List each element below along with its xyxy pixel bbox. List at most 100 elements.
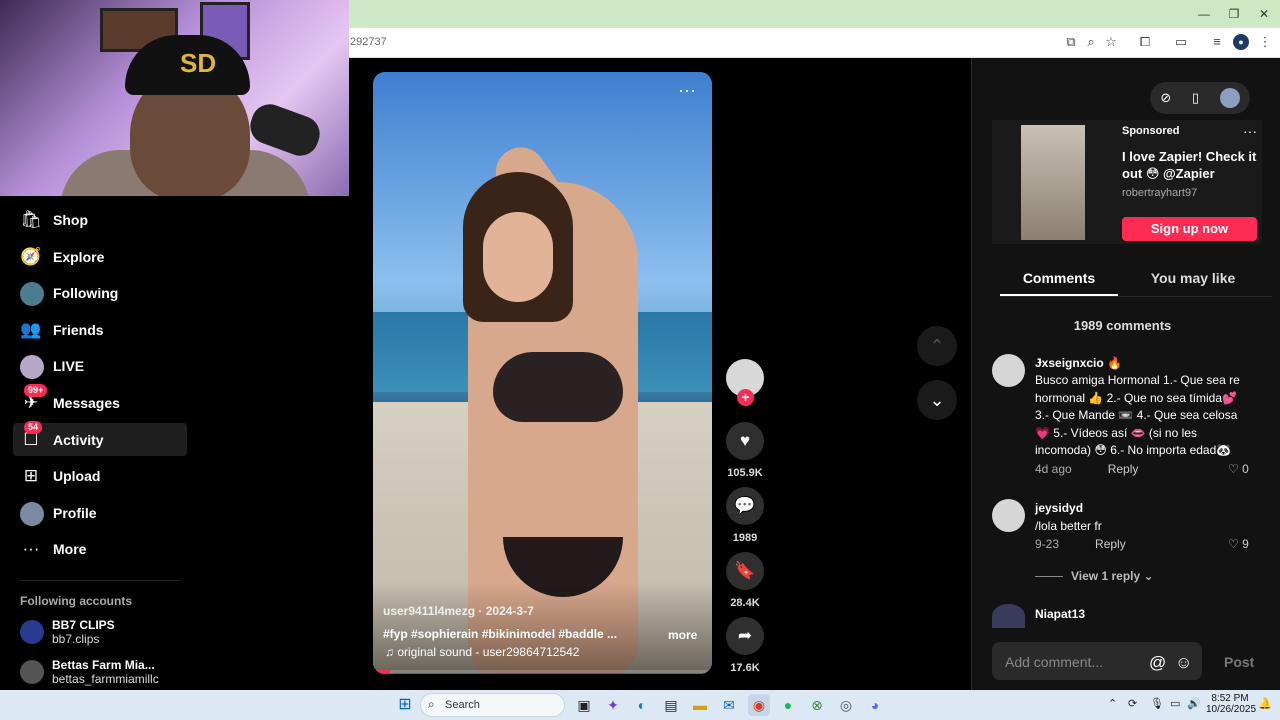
copilot-icon[interactable]: ✦ bbox=[602, 694, 624, 716]
discord-icon[interactable]: ◕ bbox=[864, 694, 886, 716]
mic-icon[interactable]: 🎙 bbox=[1150, 697, 1164, 710]
ad-thumbnail[interactable] bbox=[1021, 125, 1085, 240]
sidebar-item-explore[interactable]: 🧭 Explore bbox=[13, 240, 187, 273]
share-count: 17.6K bbox=[730, 662, 760, 674]
restore-icon[interactable]: ❐ bbox=[1224, 4, 1244, 24]
phone-icon[interactable]: ▯ bbox=[1192, 90, 1199, 106]
reply-button[interactable]: Reply bbox=[1108, 462, 1139, 476]
sidebar-item-profile[interactable]: Profile bbox=[13, 496, 187, 529]
reply-button[interactable]: Reply bbox=[1095, 537, 1126, 551]
close-icon[interactable]: ✕ bbox=[1254, 4, 1274, 24]
ad-options-icon[interactable]: ··· bbox=[1243, 123, 1257, 139]
video-progress-track[interactable] bbox=[373, 670, 712, 673]
extensions-icon[interactable]: ⧠ bbox=[1137, 34, 1153, 50]
comment-avatar[interactable] bbox=[992, 354, 1025, 387]
profile-avatar-icon bbox=[20, 501, 44, 526]
previous-video-button[interactable]: ⌃ bbox=[917, 326, 957, 366]
task-view-icon[interactable]: ▣ bbox=[573, 694, 595, 716]
comment-like-button[interactable]: ♡ 0 bbox=[1228, 462, 1249, 476]
store-icon[interactable]: ▤ bbox=[660, 694, 682, 716]
zoom-icon[interactable]: ⌕ bbox=[1083, 34, 1099, 50]
mention-icon[interactable]: @ bbox=[1149, 653, 1166, 673]
share-button[interactable]: ➦ bbox=[726, 617, 764, 655]
emoji-icon[interactable]: ☺ bbox=[1175, 653, 1192, 673]
tab-you-may-like[interactable]: You may like bbox=[1134, 270, 1252, 296]
more-options-icon[interactable]: ··· bbox=[678, 80, 696, 101]
taskbar-clock[interactable]: 8:52 PM 10/26/2025 bbox=[1206, 693, 1256, 715]
sign-up-button[interactable]: Sign up now bbox=[1122, 217, 1257, 241]
video-author[interactable]: user9411l4mezg · 2024-3-7 bbox=[383, 604, 534, 618]
ellipsis-icon: ··· bbox=[22, 538, 40, 558]
minimize-icon[interactable]: — bbox=[1194, 4, 1214, 24]
obs-icon[interactable]: ◎ bbox=[835, 694, 857, 716]
shopping-bag-icon: 🛍 bbox=[20, 209, 42, 229]
outlook-icon[interactable]: ✉ bbox=[718, 694, 740, 716]
reading-list-icon[interactable]: ≡ bbox=[1209, 34, 1225, 50]
video-player[interactable]: ··· user9411l4mezg · 2024-3-7 #fyp #soph… bbox=[373, 72, 712, 674]
chrome-icon[interactable]: ◉ bbox=[748, 694, 770, 716]
follow-plus-button[interactable]: + bbox=[737, 389, 754, 406]
sidebar-item-following[interactable]: Following bbox=[13, 276, 187, 309]
following-account[interactable]: Bettas Farm Mia... bettas_farmmiamillc bbox=[20, 658, 159, 686]
compass-icon: 🧭 bbox=[20, 246, 42, 266]
account-name: Bettas Farm Mia... bbox=[52, 658, 155, 672]
view-replies-button[interactable]: View 1 reply ⌄ bbox=[1071, 569, 1154, 583]
sidebar-item-messages[interactable]: ✈ 99+ Messages bbox=[13, 383, 187, 419]
sidebar-item-label: Upload bbox=[53, 467, 101, 484]
sync-icon[interactable]: ⟳ bbox=[1128, 697, 1137, 710]
clock-time: 8:52 PM bbox=[1211, 693, 1249, 704]
sidebar-item-upload[interactable]: ⊞ Upload bbox=[13, 459, 187, 492]
sidebar-item-activity[interactable]: ☐ 54 Activity bbox=[13, 420, 187, 456]
ad-author[interactable]: robertrayhart97 bbox=[1122, 187, 1197, 199]
edge-browser-icon[interactable]: ◐ bbox=[631, 694, 653, 716]
tray-overflow-icon[interactable]: ⌃ bbox=[1108, 697, 1117, 710]
comment-username[interactable]: Ɉxseignxcio 🔥 bbox=[1035, 356, 1122, 370]
save-count: 28.4K bbox=[730, 597, 760, 609]
install-app-icon[interactable]: ⧉ bbox=[1063, 34, 1079, 50]
bookmark-star-icon[interactable]: ☆ bbox=[1103, 34, 1119, 50]
sidebar-item-shop[interactable]: 🛍 Shop bbox=[13, 203, 187, 236]
caption-more-link[interactable]: more bbox=[668, 628, 697, 642]
add-comment-input[interactable] bbox=[1005, 654, 1135, 670]
video-sound[interactable]: ♫ original sound - user29864712542 bbox=[385, 645, 579, 659]
cast-icon[interactable]: ▭ bbox=[1173, 34, 1189, 50]
comment-avatar[interactable] bbox=[992, 604, 1025, 628]
video-hashtags[interactable]: #fyp #sophierain #bikinimodel #baddle ..… bbox=[383, 627, 617, 641]
address-bar[interactable]: 292737 ⧉ ⌕ ☆ ⧠ ▭ ≡ ● ⋮ bbox=[349, 28, 1280, 58]
compass-icon[interactable]: ⊘ bbox=[1160, 90, 1171, 106]
tab-divider bbox=[1000, 296, 1272, 297]
xbox-icon[interactable]: ⊗ bbox=[806, 694, 828, 716]
post-button[interactable]: Post bbox=[1224, 654, 1254, 670]
url-text[interactable]: 292737 bbox=[350, 36, 387, 48]
sidebar-item-label: Activity bbox=[53, 431, 104, 448]
reply-thread-line bbox=[1035, 576, 1063, 577]
following-account[interactable]: BB7 CLIPS bb7.clips bbox=[20, 618, 115, 646]
comment-username[interactable]: Niapat13 bbox=[1035, 607, 1085, 621]
profile-avatar-icon[interactable] bbox=[1219, 88, 1240, 108]
next-video-button[interactable]: ⌄ bbox=[917, 380, 957, 420]
following-accounts-heading: Following accounts bbox=[20, 594, 133, 608]
tab-comments[interactable]: Comments bbox=[1000, 270, 1118, 296]
sidebar-item-live[interactable]: LIVE bbox=[13, 349, 187, 382]
sidebar-item-more[interactable]: ··· More bbox=[13, 532, 187, 565]
video-figure-face bbox=[483, 212, 553, 302]
save-button[interactable]: 🔖 bbox=[726, 552, 764, 590]
comment-avatar[interactable] bbox=[992, 499, 1025, 532]
bookmark-icon: 🔖 bbox=[734, 561, 756, 580]
monitor-icon[interactable]: ▭ bbox=[1170, 697, 1180, 710]
comment-username[interactable]: jeysidyd bbox=[1035, 501, 1083, 515]
taskbar-search-label: Search bbox=[445, 699, 480, 711]
sidebar-item-friends[interactable]: 👥 Friends bbox=[13, 313, 187, 346]
comment-like-button[interactable]: ♡ 9 bbox=[1228, 537, 1249, 551]
account-name: BB7 CLIPS bbox=[52, 618, 115, 632]
file-explorer-icon[interactable]: ▬ bbox=[689, 694, 711, 716]
taskbar-search-box[interactable] bbox=[420, 693, 565, 717]
spotify-icon[interactable]: ● bbox=[777, 694, 799, 716]
volume-icon[interactable]: 🔊 bbox=[1187, 697, 1201, 710]
like-button[interactable]: ♥ bbox=[726, 422, 764, 460]
comment-button[interactable]: 💬 bbox=[726, 487, 764, 525]
profile-avatar-icon[interactable]: ● bbox=[1233, 34, 1249, 50]
notification-bell-icon[interactable]: 🔔 bbox=[1258, 697, 1272, 710]
windows-start-icon[interactable]: ⊞ bbox=[394, 694, 416, 716]
kebab-menu-icon[interactable]: ⋮ bbox=[1257, 34, 1273, 50]
